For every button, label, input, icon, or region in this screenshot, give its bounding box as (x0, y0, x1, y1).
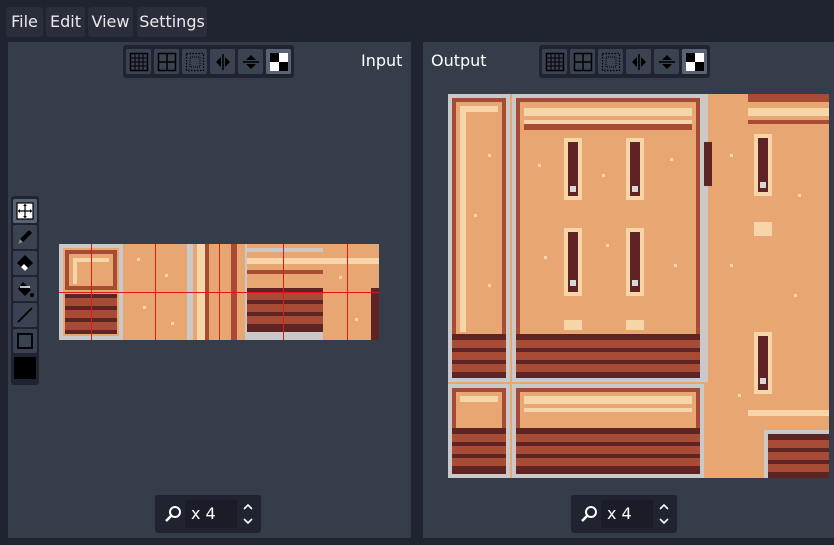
grid-large-icon[interactable] (154, 49, 179, 74)
menu-edit[interactable]: Edit (46, 7, 85, 37)
dotted-grid-icon[interactable] (598, 49, 623, 74)
select-tool-icon[interactable] (13, 199, 37, 223)
flip-horizontal-icon[interactable] (210, 49, 235, 74)
input-panel-title: Input (361, 51, 403, 70)
zoom-magnifier-icon (165, 506, 181, 522)
zoom-spinner-icon[interactable] (657, 501, 671, 527)
active-color-swatch[interactable] (14, 357, 36, 379)
checker-icon[interactable] (682, 49, 707, 74)
input-view-toolbar (123, 45, 294, 78)
input-zoom-field[interactable]: x 4 (185, 500, 237, 528)
rectangle-tool-icon[interactable] (13, 329, 37, 353)
menu-file[interactable]: File (6, 7, 43, 37)
tool-sidebar (11, 196, 39, 385)
output-panel-title: Output (431, 51, 487, 70)
flip-vertical-icon[interactable] (654, 49, 679, 74)
grid-large-icon[interactable] (570, 49, 595, 74)
zoom-magnifier-icon (581, 506, 597, 522)
flip-horizontal-icon[interactable] (626, 49, 651, 74)
output-map-canvas[interactable] (448, 94, 829, 478)
bucket-fill-icon[interactable] (13, 277, 37, 301)
zoom-spinner-icon[interactable] (241, 501, 255, 527)
output-view-toolbar (539, 45, 710, 78)
output-panel: Output x 4 (423, 42, 834, 538)
dotted-grid-icon[interactable] (182, 49, 207, 74)
grid-icon[interactable] (126, 49, 151, 74)
grid-icon[interactable] (542, 49, 567, 74)
menu-settings[interactable]: Settings (137, 7, 207, 37)
flip-vertical-icon[interactable] (238, 49, 263, 74)
output-zoom-field[interactable]: x 4 (601, 500, 653, 528)
menu-bar: File Edit View Settings (0, 0, 834, 40)
line-tool-icon[interactable] (13, 303, 37, 327)
menu-view[interactable]: View (88, 7, 133, 37)
output-zoom-control: x 4 (571, 495, 677, 533)
checker-icon[interactable] (266, 49, 291, 74)
pencil-icon[interactable] (13, 225, 37, 249)
input-tile-canvas[interactable] (59, 244, 379, 340)
input-panel: Input x 4 (8, 42, 411, 538)
eraser-icon[interactable] (13, 251, 37, 275)
input-zoom-control: x 4 (155, 495, 261, 533)
